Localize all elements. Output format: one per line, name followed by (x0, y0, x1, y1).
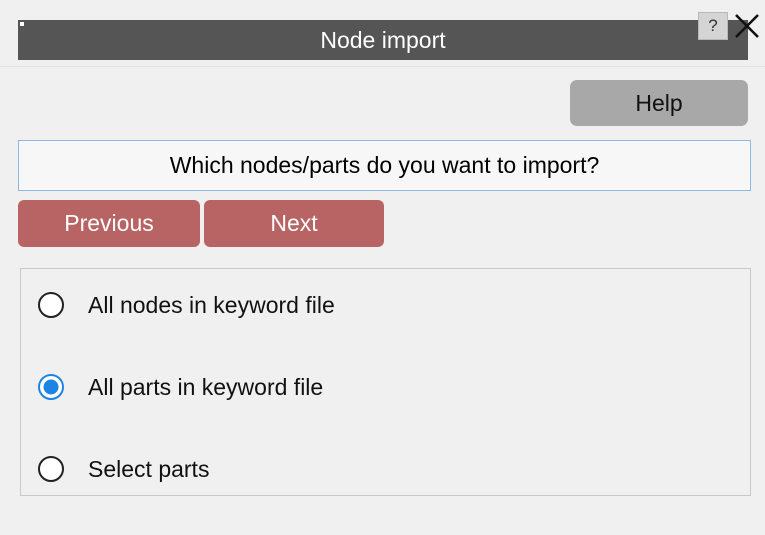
option-all-nodes[interactable]: All nodes in keyword file (21, 283, 750, 323)
option-select-parts[interactable]: Select parts (21, 447, 750, 487)
radio-unselected-icon[interactable] (37, 291, 65, 319)
header-divider (0, 66, 765, 67)
import-question: Which nodes/parts do you want to import? (18, 140, 751, 191)
option-label: All parts in keyword file (88, 374, 324, 400)
node-import-dialog: Node import ? Help Which nodes/parts do … (0, 0, 765, 535)
context-help-button[interactable]: ? (698, 12, 728, 40)
help-button[interactable]: Help (570, 80, 748, 126)
dialog-title: Node import (320, 27, 446, 53)
option-all-parts[interactable]: All parts in keyword file (21, 365, 750, 405)
radio-unselected-icon[interactable] (37, 455, 65, 483)
previous-button[interactable]: Previous (18, 200, 200, 247)
import-options-group: All nodes in keyword file All parts in k… (20, 268, 751, 496)
option-label: Select parts (88, 456, 210, 482)
close-button[interactable] (731, 10, 763, 42)
option-label: All nodes in keyword file (88, 292, 335, 318)
radio-selected-icon[interactable] (37, 373, 65, 401)
close-icon (735, 14, 759, 38)
next-button[interactable]: Next (204, 200, 384, 247)
title-bar[interactable]: Node import (18, 20, 748, 60)
